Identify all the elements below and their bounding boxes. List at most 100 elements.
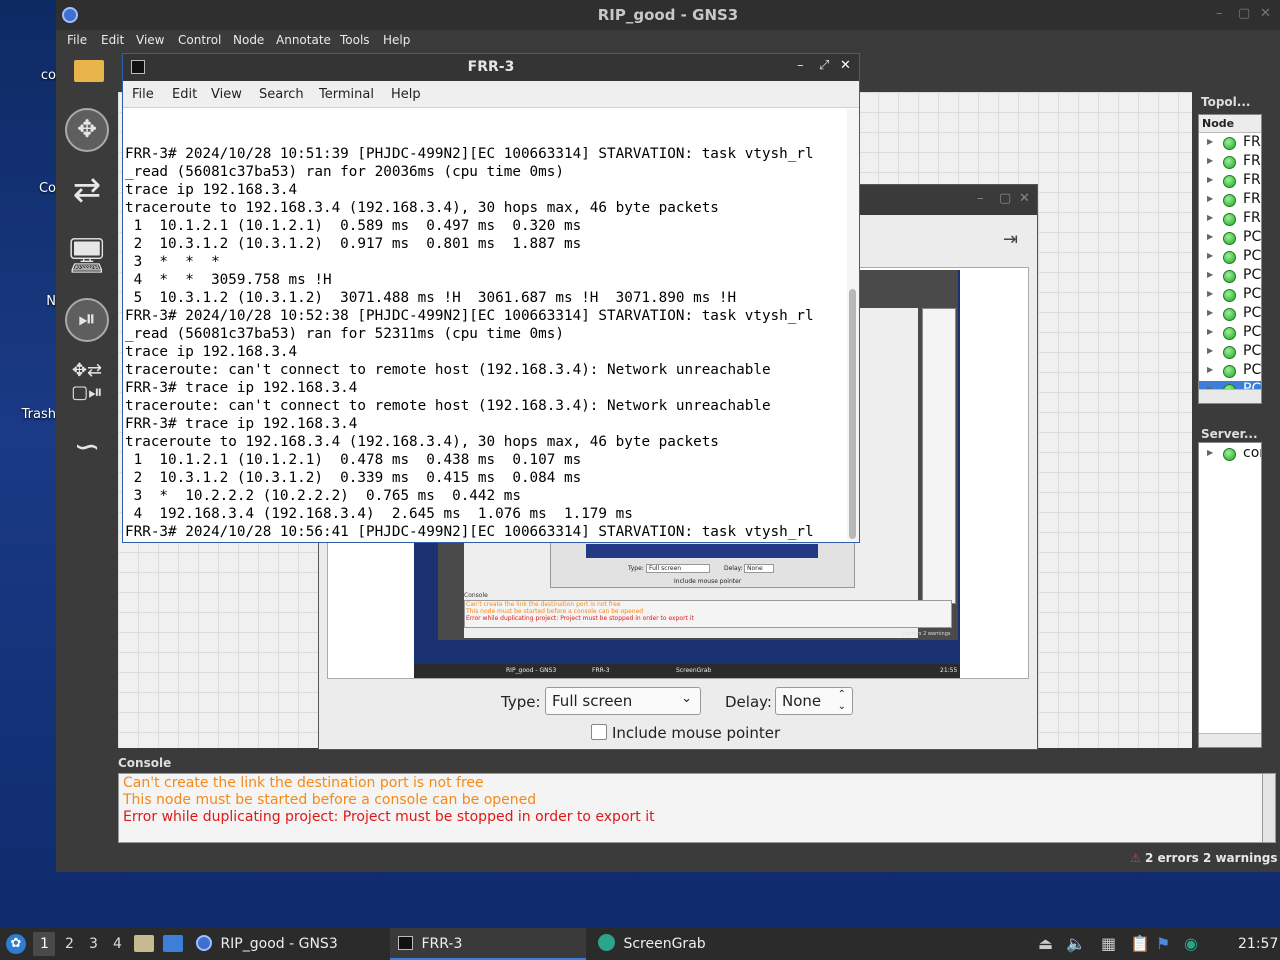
topology-node-item[interactable]: ▶ PC [1199, 286, 1261, 305]
taskbar-task-screengrab[interactable]: ScreenGrab [592, 928, 792, 960]
expand-arrow-icon[interactable]: ▶ [1207, 448, 1213, 457]
workspace-1[interactable]: 1 [40, 936, 49, 952]
menu-help[interactable]: Help [391, 87, 421, 102]
close-icon[interactable]: ✕ [1019, 191, 1030, 206]
close-icon[interactable]: ✕ [1260, 6, 1271, 21]
desktop-icon-label[interactable]: Co [0, 181, 56, 196]
terminal-line: _read (56081c37ba53) ran for 52311ms (cp… [125, 326, 564, 342]
menu-tools[interactable]: Tools [340, 33, 370, 47]
spin-arrows-icon[interactable]: ⌃ ⌄ [838, 689, 846, 713]
expand-arrow-icon[interactable]: ▶ [1207, 175, 1213, 184]
expand-arrow-icon[interactable]: ▶ [1207, 270, 1213, 279]
console-scrollbar[interactable] [1262, 773, 1276, 843]
end-devices-icon[interactable]: 🖥 [65, 234, 109, 278]
menu-file[interactable]: File [67, 33, 87, 47]
terminal-line: 3 * 10.2.2.2 (10.2.2.2) 0.765 ms 0.442 m… [125, 488, 521, 504]
topology-node-item[interactable]: ▶ PC [1199, 324, 1261, 343]
topology-node-item[interactable]: ▶ PC [1199, 267, 1261, 286]
save-screenshot-icon[interactable]: ⇥ [1003, 229, 1018, 250]
expand-arrow-icon[interactable]: ▶ [1207, 365, 1213, 374]
menu-search[interactable]: Search [259, 87, 304, 102]
topology-node-item[interactable]: ▶ FRI [1199, 153, 1261, 172]
maximize-icon[interactable]: ▢ [999, 191, 1011, 206]
maximize-icon[interactable]: ▢ [1238, 6, 1250, 21]
all-devices-icon[interactable]: ✥⇄ ▢⏯ [64, 360, 110, 406]
menu-file[interactable]: File [132, 87, 154, 102]
routers-icon[interactable]: ✥ [65, 108, 109, 152]
minimize-icon[interactable]: – [1216, 6, 1223, 21]
include-pointer-label[interactable]: Include mouse pointer [612, 724, 780, 742]
switches-icon[interactable]: ⇄ [64, 170, 110, 210]
desktop-icon-label[interactable]: N [0, 294, 56, 309]
topology-node-item[interactable]: ▶ FRI [1199, 134, 1261, 153]
expand-arrow-icon[interactable]: ▶ [1207, 251, 1213, 260]
expand-arrow-icon[interactable]: ▶ [1207, 327, 1213, 336]
taskbar: ✿ 1 2 3 4 RIP_good - GNS3 FRR-3 ScreenGr… [0, 928, 1280, 960]
topology-node-item[interactable]: ▶ FRI [1199, 172, 1261, 191]
scrollbar-thumb[interactable] [849, 289, 856, 539]
expand-arrow-icon[interactable]: ▶ [1207, 156, 1213, 165]
expand-arrow-icon[interactable]: ▶ [1207, 194, 1213, 203]
topology-node-item[interactable]: ▶ PC [1199, 362, 1261, 381]
desktop-trash-label[interactable]: Trash [0, 407, 56, 422]
mini-status: 2 errors 2 warnings [902, 631, 951, 637]
clipboard-icon[interactable]: 📋 [1130, 934, 1150, 953]
topology-node-item[interactable]: ▶ FRI [1199, 191, 1261, 210]
terminal-line: FRR-3# 2024/10/28 10:52:38 [PHJDC-499N2]… [125, 308, 814, 324]
delay-spinbox[interactable]: None ⌃ ⌄ [775, 687, 853, 715]
horizontal-scrollbar[interactable] [1199, 389, 1261, 403]
show-desktop-icon[interactable] [163, 935, 183, 952]
file-manager-icon[interactable] [134, 935, 154, 952]
clock[interactable]: 21:57 [1238, 936, 1278, 952]
start-menu-icon[interactable]: ✿ [6, 934, 26, 954]
warning-triangle-icon: ⚠ [1130, 851, 1141, 865]
type-label: Type: [501, 693, 541, 711]
workspace-4[interactable]: 4 [113, 936, 122, 952]
menu-edit[interactable]: Edit [172, 87, 197, 102]
menu-annotate[interactable]: Annotate [276, 33, 331, 47]
terminal-output[interactable]: FRR-3# 2024/10/28 10:51:39 [PHJDC-499N2]… [125, 109, 845, 541]
volume-icon[interactable]: 🔈 [1066, 934, 1086, 953]
eject-icon[interactable]: ⏏ [1038, 934, 1053, 953]
taskbar-task-gns3[interactable]: RIP_good - GNS3 [192, 928, 386, 960]
desktop-icon-label[interactable]: co [0, 68, 56, 83]
add-link-icon[interactable]: ∽ [64, 424, 110, 468]
menu-edit[interactable]: Edit [101, 33, 124, 47]
screengrab-tray-icon[interactable]: ◉ [1184, 934, 1198, 953]
server-item[interactable]: ▶ com. [1199, 445, 1261, 464]
horizontal-scrollbar[interactable] [1199, 733, 1261, 747]
expand-arrow-icon[interactable]: ▶ [1207, 213, 1213, 222]
type-select[interactable]: Full screen ⌄ [545, 687, 701, 715]
terminal-scrollbar[interactable] [847, 109, 859, 541]
workspace-3[interactable]: 3 [89, 936, 98, 952]
open-folder-icon[interactable] [74, 60, 104, 82]
menu-terminal[interactable]: Terminal [319, 87, 374, 102]
minimize-icon[interactable]: – [977, 191, 984, 206]
topology-node-item[interactable]: ▶ PC [1199, 229, 1261, 248]
close-icon[interactable]: ✕ [840, 58, 851, 73]
topology-node-item[interactable]: ▶ PC [1199, 343, 1261, 362]
menu-node[interactable]: Node [233, 33, 264, 47]
taskbar-task-frr3[interactable]: FRR-3 [390, 928, 586, 960]
menu-help[interactable]: Help [383, 33, 410, 47]
expand-arrow-icon[interactable]: ▶ [1207, 346, 1213, 355]
minimize-icon[interactable]: – [797, 58, 804, 73]
menu-control[interactable]: Control [178, 33, 221, 47]
topology-node-item[interactable]: ▶ FRI [1199, 210, 1261, 229]
topology-node-item[interactable]: ▶ PC [1199, 248, 1261, 267]
workspace-2[interactable]: 2 [65, 936, 74, 952]
expand-arrow-icon[interactable]: ▶ [1207, 308, 1213, 317]
include-pointer-checkbox[interactable] [591, 724, 607, 740]
expand-arrow-icon[interactable]: ▶ [1207, 289, 1213, 298]
servers-dock-title: Server... [1201, 427, 1258, 441]
security-devices-icon[interactable]: ⏯ [65, 298, 109, 342]
terminal-line: trace ip 192.168.3.4 [125, 344, 298, 360]
topology-node-item[interactable]: ▶ PC [1199, 305, 1261, 324]
menu-view[interactable]: View [136, 33, 164, 47]
menu-view[interactable]: View [211, 87, 242, 102]
expand-arrow-icon[interactable]: ▶ [1207, 137, 1213, 146]
maximize-icon[interactable]: ⤢ [819, 58, 829, 73]
network-icon[interactable]: ▦ [1101, 934, 1116, 953]
notification-icon[interactable]: ⚑ [1156, 934, 1170, 953]
expand-arrow-icon[interactable]: ▶ [1207, 232, 1213, 241]
